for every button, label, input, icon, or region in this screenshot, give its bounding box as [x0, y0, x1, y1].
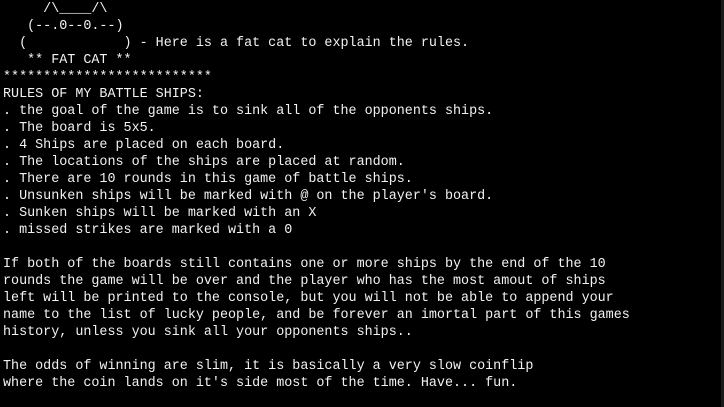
rule-item: . 4 Ships are placed on each board. [3, 138, 285, 153]
rule-item: . missed strikes are marked with a 0 [3, 223, 293, 238]
rules-heading: RULES OF MY BATTLE SHIPS: [3, 87, 204, 102]
paragraph2-line: where the coin lands on it's side most o… [3, 376, 518, 391]
cat-face-line: (--.0--0.--) [3, 19, 124, 34]
rule-item: . the goal of the game is to sink all of… [3, 104, 494, 119]
paragraph1-line: left will be printed to the console, but… [3, 291, 614, 306]
rule-item: . The locations of the ships are placed … [3, 155, 405, 170]
paragraph1-line: name to the list of lucky people, and be… [3, 308, 630, 323]
rule-item: . The board is 5x5. [3, 121, 156, 136]
separator-line: ************************** [3, 70, 212, 85]
paragraph1-line: history, unless you sink all your oppone… [3, 325, 413, 340]
rule-item: . Unsunken ships will be marked with @ o… [3, 189, 494, 204]
paragraph2-line: The odds of winning are slim, it is basi… [3, 359, 534, 374]
rule-item: . There are 10 rounds in this game of ba… [3, 172, 413, 187]
paragraph1-line: If both of the boards still contains one… [3, 257, 606, 272]
paragraph1-line: rounds the game will be over and the pla… [3, 274, 606, 289]
cat-body-line: ( ) - Here is a fat cat to explain the r… [3, 36, 470, 51]
rule-item: . Sunken ships will be marked with an X [3, 206, 317, 221]
cat-name-line: ** FAT CAT ** [3, 53, 132, 68]
cat-ears-line: /\____/\ [3, 2, 108, 17]
terminal-window[interactable]: /\____/\ (--.0--0.--) ( ) - Here is a fa… [0, 0, 724, 407]
